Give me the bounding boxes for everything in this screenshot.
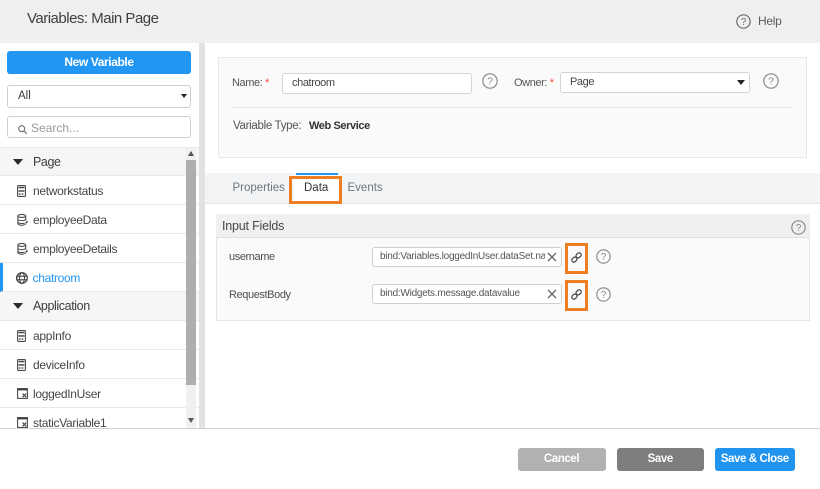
svg-text:?: ? (600, 252, 606, 263)
svg-text:?: ? (600, 290, 606, 301)
svg-text:?: ? (487, 76, 493, 88)
svg-text:?: ? (796, 223, 802, 234)
svg-text:?: ? (741, 17, 747, 28)
svg-text:?: ? (768, 76, 774, 88)
